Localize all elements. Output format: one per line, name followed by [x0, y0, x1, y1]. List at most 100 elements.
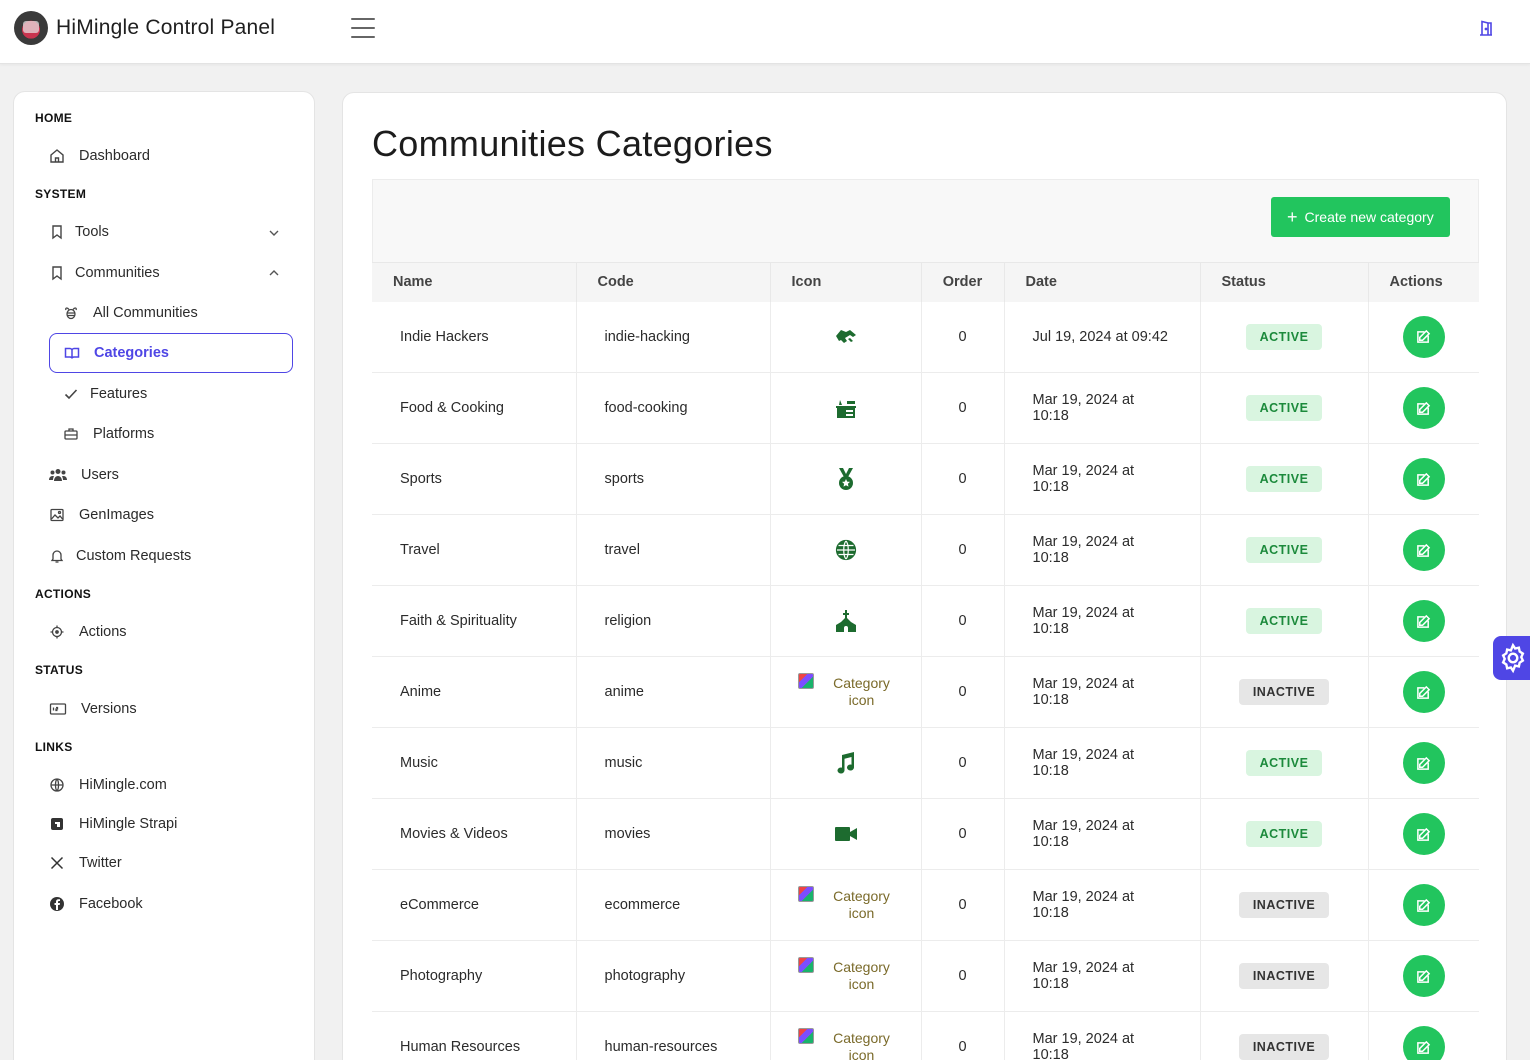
sidebar-item-label: Users [81, 467, 119, 483]
edit-button[interactable] [1402, 1026, 1445, 1060]
menu-toggle-icon[interactable] [351, 18, 375, 40]
sidebar-item-dashboard[interactable]: Dashboard [49, 148, 150, 164]
chevron-up-icon[interactable] [268, 267, 280, 279]
edit-button[interactable] [1402, 742, 1445, 784]
edit-button[interactable] [1402, 387, 1445, 429]
chevron-down-icon[interactable] [268, 227, 280, 239]
create-category-label: Create new category [1304, 209, 1434, 225]
sidebar: HOME Dashboard SYSTEM Tools Communities … [13, 91, 315, 1060]
cell-status: INACTIVE [1200, 940, 1369, 1012]
cell-code: sports [576, 443, 771, 515]
column-header-code[interactable]: Code [576, 262, 771, 302]
sidebar-item-label: All Communities [93, 305, 198, 321]
sidebar-item-himingle-com[interactable]: HiMingle.com [49, 777, 167, 793]
edit-icon [1417, 756, 1431, 770]
edit-button[interactable] [1402, 955, 1445, 997]
sidebar-item-tools[interactable]: Tools [49, 224, 109, 240]
brand[interactable]: HiMingle Control Panel [14, 11, 275, 45]
edit-button[interactable] [1402, 458, 1445, 500]
column-header-date[interactable]: Date [1004, 262, 1201, 302]
column-header-status[interactable]: Status [1200, 262, 1369, 302]
cell-icon: Category icon [770, 656, 922, 728]
cell-actions [1368, 585, 1479, 657]
cell-actions [1368, 443, 1479, 515]
settings-gear-button[interactable] [1493, 636, 1530, 680]
cell-date: Mar 19, 2024 at 10:18 [1004, 585, 1201, 657]
cell-name: Photography [372, 940, 577, 1012]
cell-name: Faith & Spirituality [372, 585, 577, 657]
section-title-status: STATUS [35, 663, 84, 677]
cell-name: Food & Cooking [372, 372, 577, 444]
column-header-actions: Actions [1368, 262, 1479, 302]
sidebar-item-platforms[interactable]: Platforms [63, 426, 154, 442]
sidebar-item-all-communities[interactable]: All Communities [63, 305, 198, 321]
edit-button[interactable] [1402, 671, 1445, 713]
app-title: HiMingle Control Panel [56, 16, 276, 39]
status-badge: ACTIVE [1245, 466, 1323, 492]
cell-name: Anime [372, 656, 577, 728]
sidebar-item-actions[interactable]: Actions [49, 624, 127, 640]
create-category-button[interactable]: + Create new category [1271, 197, 1450, 237]
cell-code: human-resources [576, 1011, 771, 1060]
edit-button[interactable] [1402, 315, 1445, 358]
sidebar-item-twitter[interactable]: Twitter [49, 855, 122, 871]
edit-icon [1417, 401, 1431, 415]
sidebar-item-label: Features [90, 386, 148, 402]
cell-order: 0 [921, 940, 1005, 1012]
cell-actions [1368, 514, 1479, 586]
sidebar-item-label: Communities [75, 265, 160, 281]
sidebar-item-features[interactable]: Features [63, 386, 147, 402]
cell-name: eCommerce [372, 869, 577, 941]
sidebar-item-facebook[interactable]: Facebook [49, 896, 143, 912]
status-badge: ACTIVE [1245, 323, 1323, 350]
sidebar-item-label: Versions [81, 701, 137, 717]
column-header-order[interactable]: Order [921, 262, 1005, 302]
cell-status: INACTIVE [1200, 1011, 1369, 1060]
cell-date: Mar 19, 2024 at 10:18 [1004, 1011, 1201, 1060]
kitchen-icon [833, 396, 859, 420]
users-icon [49, 469, 67, 481]
sidebar-item-users[interactable]: Users [49, 467, 119, 483]
table-toolbar: + Create new category [372, 179, 1479, 262]
sidebar-item-communities[interactable]: Communities [49, 265, 160, 281]
cell-actions [1368, 656, 1479, 728]
cell-actions [1368, 727, 1479, 799]
globe-icon [833, 538, 859, 562]
edit-button[interactable] [1402, 884, 1445, 926]
cell-date: Mar 19, 2024 at 10:18 [1004, 656, 1201, 728]
page-title: Communities Categories [372, 123, 773, 164]
check-icon [64, 389, 78, 400]
edit-icon [1417, 1040, 1431, 1054]
cell-icon [770, 514, 922, 586]
sidebar-item-label: Twitter [79, 855, 122, 871]
cell-name: Music [372, 727, 577, 799]
cell-actions [1368, 1011, 1479, 1060]
logout-door-icon[interactable] [1476, 18, 1496, 38]
table-row: Anime anime Category icon 0 Mar 19, 2024 at … [372, 656, 1479, 728]
cell-order: 0 [921, 727, 1005, 799]
cell-order: 0 [921, 301, 1005, 373]
cell-date: Mar 19, 2024 at 10:18 [1004, 940, 1201, 1012]
sidebar-item-genimages[interactable]: GenImages [49, 507, 154, 523]
edit-icon [1417, 898, 1431, 912]
cell-code: religion [576, 585, 771, 657]
cell-date: Mar 19, 2024 at 10:18 [1004, 869, 1201, 941]
column-header-name[interactable]: Name [372, 262, 577, 302]
cell-order: 0 [921, 372, 1005, 444]
sidebar-item-custom-requests[interactable]: Custom Requests [49, 548, 191, 564]
status-badge: ACTIVE [1245, 537, 1323, 563]
sidebar-item-categories[interactable]: Categories [49, 333, 293, 373]
sidebar-item-versions[interactable]: Versions [49, 701, 137, 717]
broken-image-icon: Category icon [797, 673, 894, 709]
sidebar-item-himingle-strapi[interactable]: HiMingle Strapi [49, 816, 177, 832]
edit-button[interactable] [1402, 813, 1445, 855]
edit-icon [1417, 472, 1431, 486]
id-card-icon [49, 703, 67, 715]
edit-button[interactable] [1402, 529, 1445, 571]
handshake-icon [833, 325, 859, 349]
edit-icon [1417, 330, 1431, 344]
column-header-icon[interactable]: Icon [770, 262, 922, 302]
top-bar: HiMingle Control Panel [0, 0, 1530, 64]
edit-button[interactable] [1402, 600, 1445, 642]
sidebar-item-label: Facebook [79, 896, 143, 912]
